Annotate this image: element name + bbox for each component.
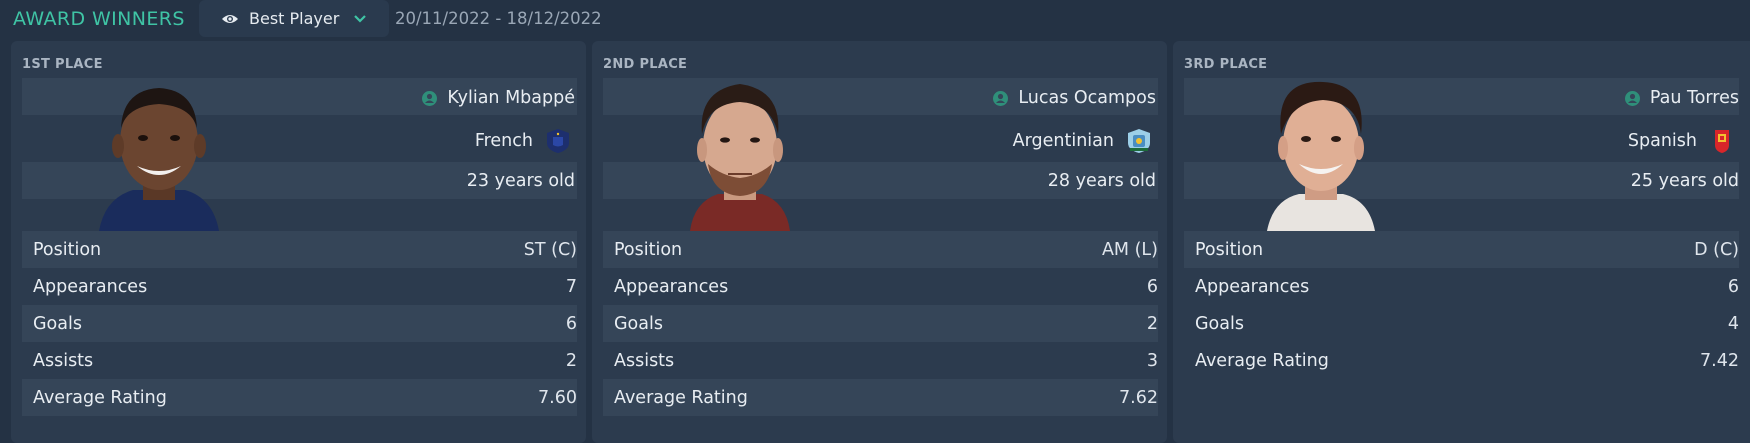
stat-value: D (C) xyxy=(1694,239,1739,260)
nationality-row[interactable]: French xyxy=(475,127,571,155)
stat-row-appearances: Appearances 6 xyxy=(603,268,1158,305)
stat-value: 7 xyxy=(565,276,577,297)
stat-label: Average Rating xyxy=(33,387,167,408)
stat-label: Appearances xyxy=(1195,276,1310,297)
player-photo[interactable] xyxy=(1253,76,1389,231)
stat-label: Position xyxy=(33,239,102,260)
winner-card-2nd: 2ND PLACE Lucas Ocampos Argentinian 28 y… xyxy=(592,41,1167,443)
stat-label: Goals xyxy=(33,313,82,334)
stat-row-goals: Goals 6 xyxy=(22,305,577,342)
player-name-row[interactable]: Kylian Mbappé xyxy=(422,88,575,108)
stat-row-average-rating: Average Rating 7.62 xyxy=(603,379,1158,416)
player-name: Kylian Mbappé xyxy=(447,88,575,108)
stat-value: 4 xyxy=(1727,313,1739,334)
stat-value: 6 xyxy=(1146,276,1158,297)
winner-card-1st: 1ST PLACE Kylian Mbappé French 23 years … xyxy=(11,41,586,443)
award-selector-label: Best Player xyxy=(249,9,340,28)
page-title: AWARD WINNERS xyxy=(13,8,185,30)
stat-label: Position xyxy=(614,239,683,260)
player-age: 25 years old xyxy=(1630,171,1739,191)
stat-value: ST (C) xyxy=(523,239,577,260)
stat-label: Assists xyxy=(614,350,675,371)
player-age: 28 years old xyxy=(1047,171,1156,191)
stat-row-appearances: Appearances 7 xyxy=(22,268,577,305)
nationality: Spanish xyxy=(1627,131,1697,151)
stat-row-assists: Assists 3 xyxy=(603,342,1158,379)
stat-row-position: Position D (C) xyxy=(1184,231,1739,268)
nationality: French xyxy=(474,131,533,151)
player-person-icon xyxy=(422,90,438,106)
player-age: 23 years old xyxy=(466,171,575,191)
stat-value: 2 xyxy=(565,350,577,371)
stat-label: Goals xyxy=(614,313,663,334)
winner-card-3rd: 3RD PLACE Pau Torres Spanish 25 years ol… xyxy=(1173,41,1750,443)
player-name-row[interactable]: Pau Torres xyxy=(1624,88,1739,108)
nationality-row[interactable]: Argentinian xyxy=(1013,127,1152,155)
stat-value: 2 xyxy=(1146,313,1158,334)
chevron-down-icon xyxy=(354,14,367,23)
nationality-row[interactable]: Spanish xyxy=(1628,127,1735,155)
stat-label: Average Rating xyxy=(1195,350,1329,371)
eye-icon xyxy=(222,14,238,23)
stat-label: Appearances xyxy=(33,276,148,297)
award-selector-dropdown[interactable]: Best Player xyxy=(199,0,389,37)
player-photo[interactable] xyxy=(91,76,227,231)
player-person-icon xyxy=(993,90,1009,106)
stat-row-average-rating: Average Rating 7.60 xyxy=(22,379,577,416)
date-range: 20/11/2022 - 18/12/2022 xyxy=(395,9,602,28)
stat-row-average-rating: Average Rating 7.42 xyxy=(1184,342,1739,379)
stats-table: Position D (C) Appearances 6 Goals 4 Averag… xyxy=(1184,231,1739,379)
nationality: Argentinian xyxy=(1012,131,1114,151)
stat-row-appearances: Appearances 6 xyxy=(1184,268,1739,305)
stat-row-position: Position AM (L) xyxy=(603,231,1158,268)
stat-value: AM (L) xyxy=(1101,239,1158,260)
place-label: 1ST PLACE xyxy=(22,57,103,72)
stat-row-goals: Goals 2 xyxy=(603,305,1158,342)
spain-federation-icon xyxy=(1715,130,1729,153)
stat-value: 6 xyxy=(565,313,577,334)
stat-row-assists: Assists 2 xyxy=(22,342,577,379)
stat-label: Position xyxy=(1195,239,1264,260)
stat-label: Appearances xyxy=(614,276,729,297)
player-name: Pau Torres xyxy=(1649,88,1739,108)
stat-label: Average Rating xyxy=(614,387,748,408)
stat-row-position: Position ST (C) xyxy=(22,231,577,268)
stat-label: Assists xyxy=(33,350,94,371)
stat-value: 7.42 xyxy=(1700,350,1739,371)
player-photo[interactable] xyxy=(672,76,808,231)
stat-row-goals: Goals 4 xyxy=(1184,305,1739,342)
stat-value: 7.62 xyxy=(1119,387,1158,408)
stat-label: Goals xyxy=(1195,313,1244,334)
stat-value: 7.60 xyxy=(538,387,577,408)
stats-table: Position ST (C) Appearances 7 Goals 6 Assis… xyxy=(22,231,577,416)
place-label: 3RD PLACE xyxy=(1184,57,1268,72)
stats-table: Position AM (L) Appearances 6 Goals 2 Assis… xyxy=(603,231,1158,416)
player-person-icon xyxy=(1624,90,1640,106)
header: AWARD WINNERS Best Player 20/11/2022 - 1… xyxy=(0,0,1750,38)
stat-value: 3 xyxy=(1146,350,1158,371)
france-federation-icon xyxy=(547,129,569,153)
player-name: Lucas Ocampos xyxy=(1018,88,1156,108)
argentina-federation-icon xyxy=(1128,129,1150,153)
stat-value: 6 xyxy=(1727,276,1739,297)
place-label: 2ND PLACE xyxy=(603,57,688,72)
player-name-row[interactable]: Lucas Ocampos xyxy=(993,88,1156,108)
